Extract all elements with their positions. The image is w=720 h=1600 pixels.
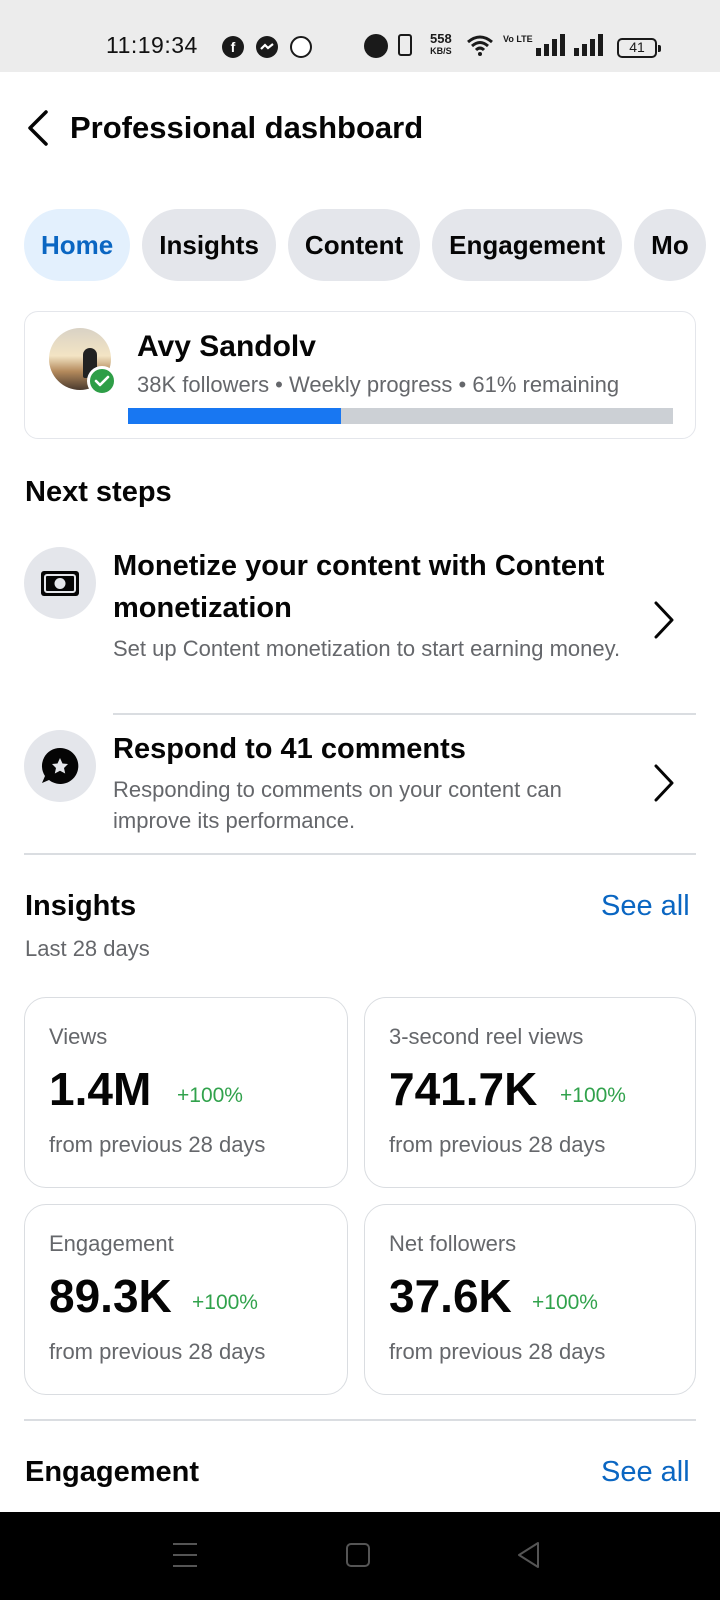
step-description: Responding to comments on your content c… [113, 777, 562, 833]
signal-icon [574, 34, 604, 56]
engagement-see-all-link[interactable]: See all [601, 1456, 690, 1489]
chevron-right-icon [653, 764, 675, 802]
insight-label: Net followers [389, 1231, 517, 1256]
home-icon[interactable] [345, 1540, 371, 1575]
insight-value: 37.6K [389, 1270, 512, 1322]
insights-title: Insights [25, 890, 137, 922]
messenger-icon [256, 36, 278, 58]
vibrate-icon [398, 34, 412, 56]
insight-label: Views [49, 1024, 108, 1049]
insight-card-reel-views[interactable]: 3-second reel views 741.7K +100% from pr… [364, 997, 696, 1188]
verified-check-icon [87, 366, 117, 396]
system-nav-bar [0, 1512, 720, 1600]
insight-card-views[interactable]: Views 1.4M +100% from previous 28 days [24, 997, 348, 1188]
step-title: Respond to 41 comments [113, 733, 466, 765]
network-speed: 558 KB/S [430, 31, 452, 56]
insight-value: 1.4M [49, 1063, 152, 1115]
insight-subtext: from previous 28 days [49, 1339, 266, 1364]
money-icon [24, 547, 96, 619]
insight-label: Engagement [49, 1231, 174, 1256]
insight-card-net-followers[interactable]: Net followers 37.6K +100% from previous … [364, 1204, 696, 1395]
wifi-icon [466, 34, 494, 56]
chevron-right-icon [653, 601, 675, 639]
next-steps-title: Next steps [25, 476, 172, 508]
insight-subtext: from previous 28 days [389, 1339, 606, 1364]
status-bar: 11:19:34 f 558 KB/S Vo LTE 41 [0, 0, 720, 72]
back-icon[interactable] [516, 1540, 542, 1575]
profile-name: Avy Sandolv [137, 330, 316, 363]
lte-label: Vo LTE [503, 34, 533, 44]
insight-subtext: from previous 28 days [389, 1132, 606, 1157]
insight-subtext: from previous 28 days [49, 1132, 266, 1157]
insights-see-all-link[interactable]: See all [601, 890, 690, 923]
step-description: Set up Content monetization to start ear… [113, 636, 621, 661]
comment-star-icon [24, 730, 96, 802]
profile-meta: 38K followers • Weekly progress • 61% re… [137, 372, 620, 397]
page-title: Professional dashboard [70, 110, 424, 145]
status-time: 11:19:34 [106, 32, 198, 58]
engagement-title: Engagement [25, 1456, 200, 1488]
section-divider [24, 853, 696, 855]
insight-label: 3-second reel views [389, 1024, 584, 1049]
whatsapp-icon [290, 36, 312, 58]
tab-content[interactable]: Content [287, 209, 421, 281]
insight-change: +100% [532, 1291, 598, 1314]
tab-bar: Home Insights Content Engagement Mo [24, 209, 720, 281]
insight-change: +100% [560, 1084, 626, 1107]
insight-card-engagement[interactable]: Engagement 89.3K +100% from previous 28 … [24, 1204, 348, 1395]
weekly-progress-fill [128, 408, 341, 424]
insight-value: 89.3K [49, 1270, 172, 1322]
insight-change: +100% [177, 1084, 243, 1107]
header: Professional dashboard [0, 72, 720, 184]
section-divider [24, 1419, 696, 1421]
next-step-respond-comments[interactable]: Respond to 41 comments Responding to com… [0, 728, 720, 838]
alarm-icon [364, 34, 388, 58]
tab-engagement[interactable]: Engagement [432, 209, 623, 281]
divider [113, 713, 696, 715]
profile-card[interactable]: Avy Sandolv 38K followers • Weekly progr… [24, 311, 696, 439]
insight-change: +100% [192, 1291, 258, 1314]
facebook-icon: f [222, 36, 244, 58]
step-title: Monetize your content with Content monet… [113, 550, 605, 624]
insight-value: 741.7K [389, 1063, 538, 1115]
back-arrow-icon[interactable] [24, 110, 54, 146]
tab-home[interactable]: Home [24, 209, 131, 281]
next-step-monetize[interactable]: Monetize your content with Content monet… [0, 545, 720, 695]
tab-more[interactable]: Mo [634, 209, 706, 281]
tab-insights[interactable]: Insights [142, 209, 276, 281]
insights-period: Last 28 days [25, 936, 150, 961]
battery-icon: 41 [617, 38, 661, 58]
signal-icon [536, 34, 566, 56]
menu-icon[interactable] [172, 1540, 198, 1575]
weekly-progress-bar [128, 408, 673, 424]
